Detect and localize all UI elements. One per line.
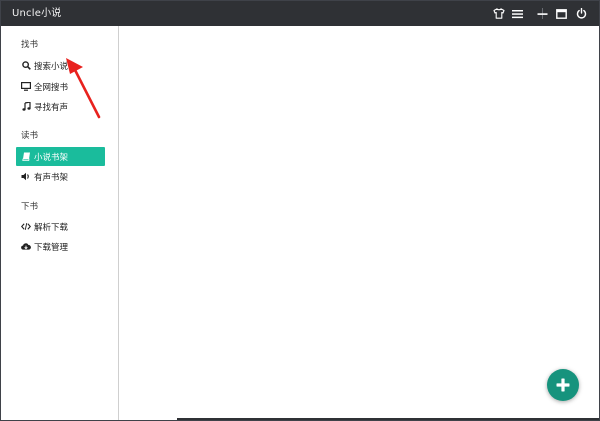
skin-button[interactable] (490, 5, 507, 22)
sidebar-item-label: 全网搜书 (34, 82, 69, 93)
sidebar-item-label: 搜索小说 (34, 61, 69, 72)
sidebar-item-find-audio[interactable]: 寻找有声 (16, 97, 105, 116)
book-icon (21, 152, 31, 162)
app-title: Uncle小说 (12, 8, 62, 19)
sidebar-item-search-novel[interactable]: 搜索小说 (16, 56, 105, 75)
sidebar: 找书 搜索小说 全网搜书 寻找有声 读书 小说书架 有声书架 下书 解析下载 下… (1, 26, 119, 420)
sidebar-item-label: 下载管理 (34, 242, 69, 253)
sidebar-item-web-search[interactable]: 全网搜书 (16, 77, 105, 96)
sidebar-item-download-manager[interactable]: 下载管理 (16, 237, 105, 256)
section-title-read: 读书 (21, 131, 39, 141)
sidebar-item-label: 解析下载 (34, 222, 69, 233)
code-icon (21, 222, 31, 232)
power-button[interactable] (573, 5, 590, 22)
minimize-button[interactable] (534, 5, 551, 22)
shirt-icon (492, 8, 505, 19)
sidebar-item-audio-shelf[interactable]: 有声书架 (16, 167, 105, 186)
sidebar-item-label: 寻找有声 (34, 102, 69, 113)
section-title-download: 下书 (21, 202, 39, 212)
section-title-find: 找书 (21, 40, 39, 50)
menu-button[interactable] (509, 5, 526, 22)
search-icon (21, 61, 31, 71)
title-bar[interactable]: Uncle小说 (1, 1, 599, 26)
sidebar-item-label: 小说书架 (34, 152, 69, 163)
maximize-button[interactable] (553, 5, 570, 22)
plus-icon (556, 378, 570, 392)
menu-icon (512, 9, 523, 18)
minimize-icon (537, 12, 548, 15)
cloud-download-icon (21, 242, 31, 252)
add-book-button[interactable] (547, 369, 579, 401)
sidebar-item-novel-shelf[interactable]: 小说书架 (16, 147, 105, 166)
maximize-icon (556, 8, 567, 19)
app-window: Uncle小说 找书 搜索小说 全网搜书 寻找有声 读书 小说书架 有声书架 下… (0, 0, 600, 421)
main-content (119, 26, 599, 420)
sidebar-item-label: 有声书架 (34, 172, 69, 183)
monitor-icon (21, 82, 31, 92)
music-icon (21, 102, 31, 112)
power-icon (576, 8, 587, 19)
speaker-icon (21, 172, 31, 182)
sidebar-item-parse-download[interactable]: 解析下载 (16, 217, 105, 236)
